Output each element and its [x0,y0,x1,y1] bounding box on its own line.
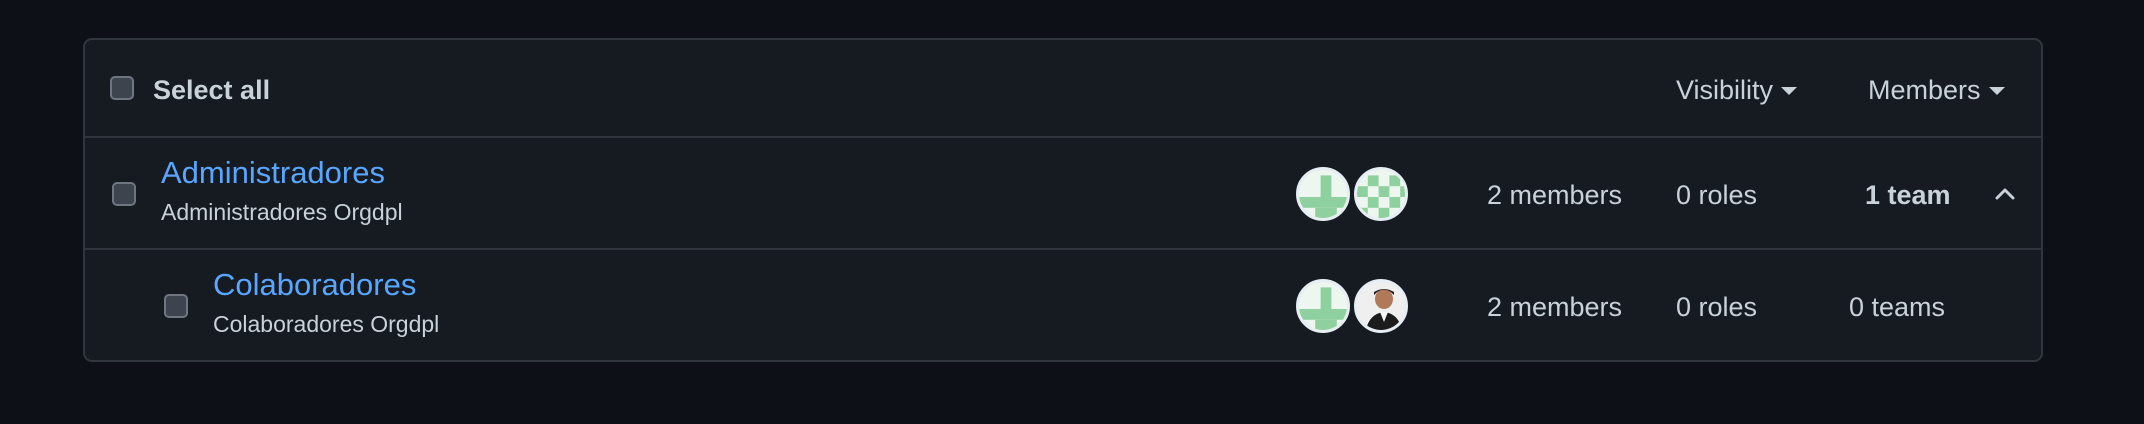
member-avatar[interactable] [1354,167,1408,221]
visibility-filter-dropdown[interactable]: Visibility [1676,74,1798,106]
team-checkbox[interactable] [112,182,136,206]
team-members-count[interactable]: 2 members [1487,291,1622,323]
team-row: Administradores Administradores Orgdpl 2… [85,138,2041,250]
identicon-avatar-icon [1357,170,1405,218]
team-members-count[interactable]: 2 members [1487,179,1622,211]
team-checkbox[interactable] [164,294,188,318]
triangle-down-icon [1988,87,2005,95]
member-avatar[interactable] [1296,167,1350,221]
user-photo-avatar-icon [1357,282,1405,330]
identicon-avatar-icon [1299,170,1347,218]
select-all-checkbox[interactable] [110,76,134,100]
team-name-link[interactable]: Colaboradores [213,267,416,303]
members-filter-dropdown[interactable]: Members [1868,74,2005,106]
team-row: Colaboradores Colaboradores Orgdpl 2 mem… [85,250,2041,360]
member-avatar[interactable] [1354,279,1408,333]
team-roles-count: 0 roles [1676,292,1758,322]
teams-list-header: Select all Visibility Members [85,40,2041,138]
member-avatar[interactable] [1296,279,1350,333]
team-description: Administradores Orgdpl [161,199,403,225]
identicon-avatar-icon [1299,282,1347,330]
select-all-label: Select all [153,75,271,105]
teams-list: Select all Visibility Members Administra… [83,38,2043,362]
team-roles-count: 0 roles [1676,180,1758,210]
visibility-filter-label: Visibility [1676,75,1774,105]
team-description: Colaboradores Orgdpl [213,311,440,337]
chevron-up-icon[interactable] [1990,179,2020,209]
triangle-down-icon [1781,87,1798,95]
child-teams-count: 0 teams [1849,292,1946,322]
team-name-link[interactable]: Administradores [161,155,385,191]
child-teams-count[interactable]: 1 team [1865,179,1951,211]
members-filter-label: Members [1868,75,1981,105]
